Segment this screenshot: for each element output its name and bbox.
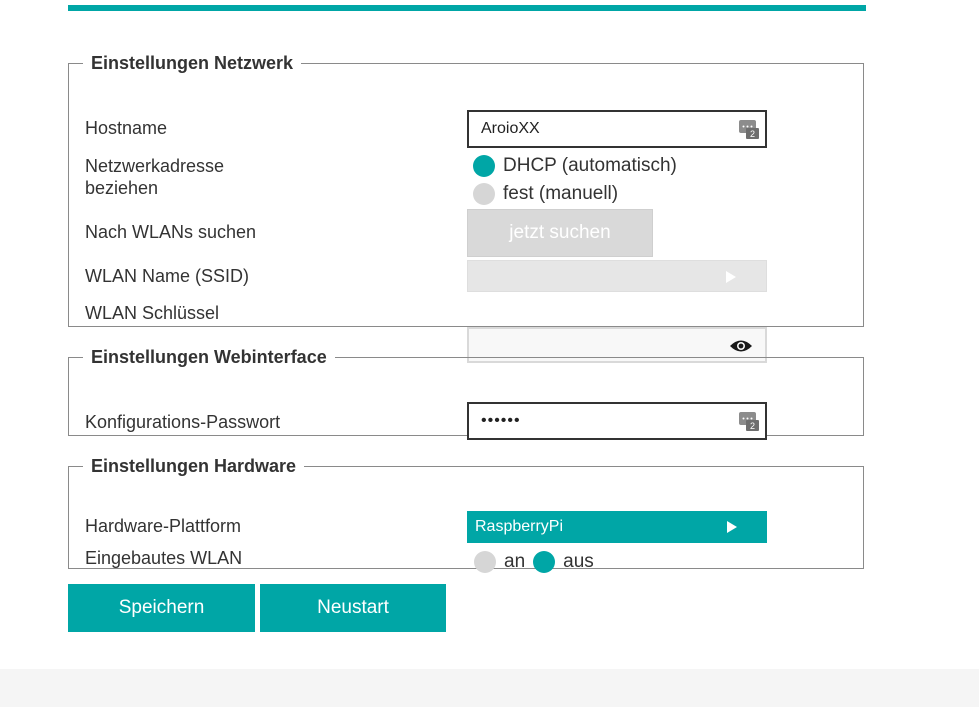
hardware-platform-value: RaspberryPi [475,518,564,535]
webinterface-settings-legend: Einstellungen Webinterface [91,347,327,367]
footer-background [0,669,979,707]
wlan-on-label: an [504,551,526,572]
hostname-label: Hostname [85,118,168,138]
play-triangle-icon [726,271,736,283]
wlan-scan-button[interactable]: jetzt suchen [467,209,653,257]
play-triangle-icon [727,521,737,533]
network-address-label-line2: beziehen [85,178,159,198]
network-address-label-line1: Netzwerkadresse [85,156,225,176]
hardware-platform-label: Hardware-Plattform [85,516,242,536]
config-password-label: Konfigurations-Passwort [85,412,281,432]
ssid-label: WLAN Name (SSID) [85,266,250,286]
static-radio-label: fest (manuell) [503,183,619,204]
network-settings-legend: Einstellungen Netzwerk [91,53,294,73]
hardware-platform-select[interactable]: RaspberryPi [467,511,767,543]
wlan-scan-button-wrapper: jetzt suchen [467,209,653,257]
builtin-wlan-label: Eingebautes WLAN [85,548,243,568]
wlan-off-radio-button[interactable] [533,551,556,573]
svg-text:2: 2 [750,129,755,139]
wlan-key-label: WLAN Schlüssel [85,303,220,323]
ssid-select[interactable] [467,260,767,292]
config-password-input[interactable] [467,402,767,440]
webinterface-settings-group: Einstellungen Webinterface Konfiguration… [68,347,864,440]
config-password-wrapper: 2 [467,402,767,440]
top-accent-bar [68,5,866,11]
static-radio-button[interactable] [473,183,495,205]
hardware-settings-legend: Einstellungen Hardware [91,456,297,476]
restart-button[interactable]: Neustart [260,584,446,632]
wlan-off-label: aus [563,551,594,572]
dhcp-radio-button[interactable] [473,155,495,177]
network-address-label: Netzwerkadresse beziehen [85,155,224,199]
svg-text:2: 2 [750,421,755,431]
hardware-settings-group: Einstellungen Hardware Hardware-Plattfor… [68,456,864,573]
dhcp-radio-option[interactable]: DHCP (automatisch) [473,154,677,178]
dhcp-radio-label: DHCP (automatisch) [503,155,677,176]
hostname-input[interactable] [467,110,767,148]
hostname-field-wrapper: 2 [467,110,767,148]
save-button[interactable]: Speichern [68,584,255,632]
builtin-wlan-options: an aus [474,550,594,574]
keyboard-icon[interactable]: 2 [739,411,759,431]
network-settings-group: Einstellungen Netzwerk Hostname 2 Netzwe… [68,53,864,363]
wlan-scan-label: Nach WLANs suchen [85,222,257,242]
static-radio-option[interactable]: fest (manuell) [473,182,618,206]
keyboard-icon[interactable]: 2 [739,119,759,139]
wlan-on-radio-button[interactable] [474,551,496,573]
